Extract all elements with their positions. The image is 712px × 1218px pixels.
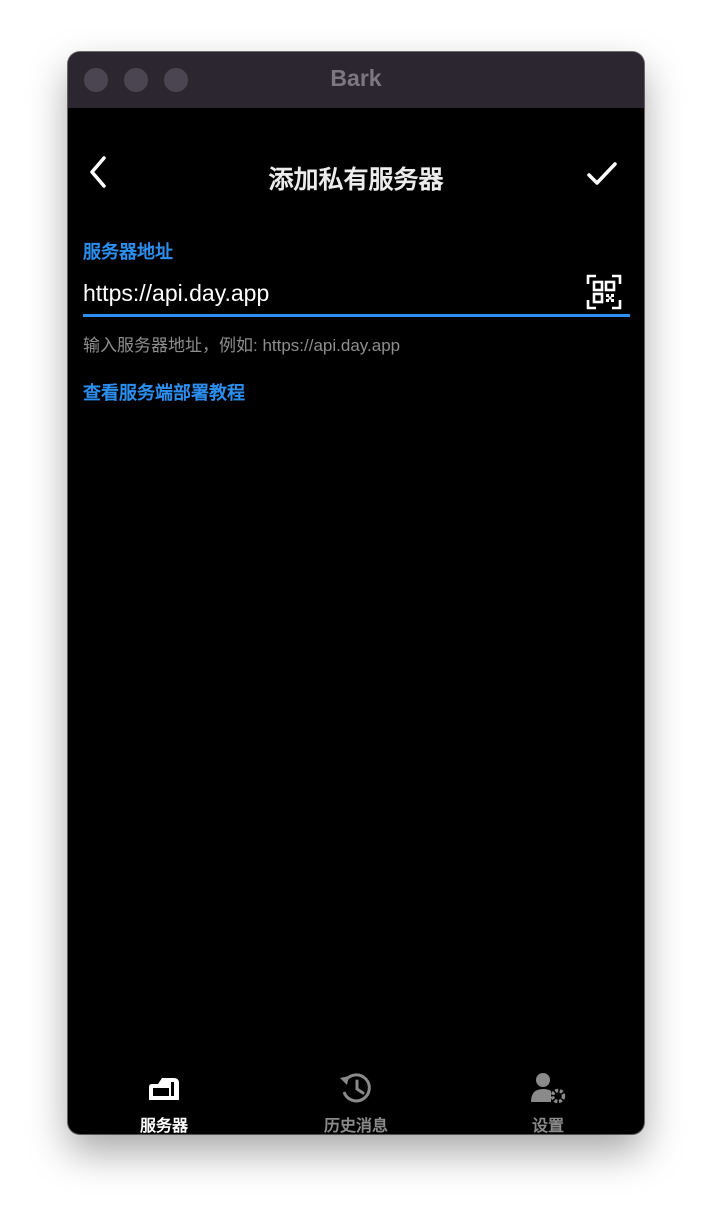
input-underline xyxy=(83,314,630,317)
app-window: Bark 添加私有服务器 服务器地址 https://api.day.app 输… xyxy=(68,52,644,1134)
tab-history[interactable]: 历史消息 xyxy=(260,1062,452,1134)
server-address-label: 服务器地址 xyxy=(83,242,173,263)
tab-server[interactable]: 服务器 xyxy=(68,1062,260,1134)
tab-label-settings: 设置 xyxy=(531,1116,564,1134)
tab-label-history: 历史消息 xyxy=(323,1116,388,1134)
helper-text: 输入服务器地址，例如: https://api.day.app xyxy=(83,336,401,355)
page-title: 添加私有服务器 xyxy=(268,165,444,194)
tab-settings[interactable]: 设置 xyxy=(452,1062,644,1134)
deploy-tutorial-link[interactable]: 查看服务端部署教程 xyxy=(83,379,245,405)
server-url-input[interactable] xyxy=(83,275,573,311)
confirm-button[interactable] xyxy=(582,156,622,192)
qr-code-scan-icon xyxy=(586,274,622,310)
window-titlebar[interactable]: Bark xyxy=(68,52,644,108)
checkmark-icon xyxy=(587,162,617,185)
qr-scan-button[interactable] xyxy=(586,274,622,310)
tab-label-server: 服务器 xyxy=(139,1116,188,1134)
server-icon xyxy=(149,1078,179,1100)
history-icon xyxy=(340,1073,371,1103)
tab-bar: 服务器 历史消息 设置 xyxy=(68,1062,644,1134)
user-settings-icon xyxy=(531,1073,566,1104)
window-title: Bark xyxy=(330,65,382,91)
